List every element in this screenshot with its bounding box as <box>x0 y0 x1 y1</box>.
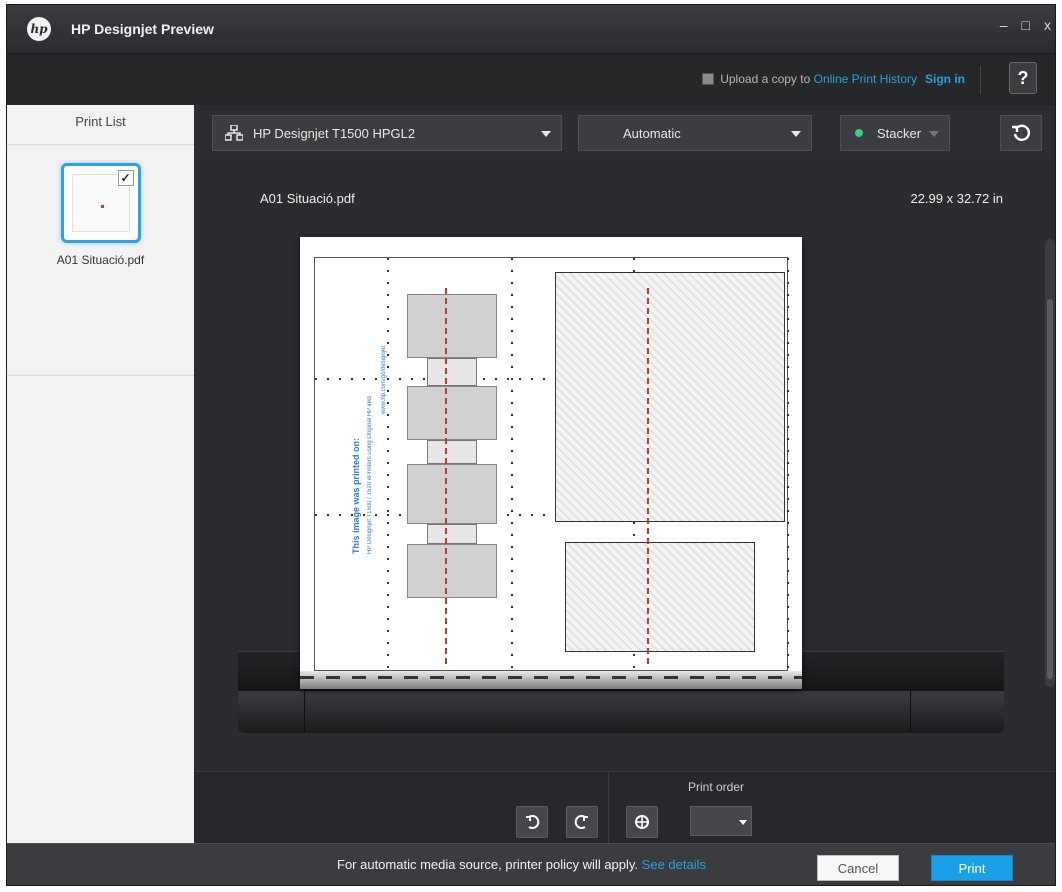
media-policy-text: For automatic media source, printer poli… <box>337 857 639 872</box>
print-order-select[interactable] <box>690 806 752 836</box>
printer-base <box>238 691 1004 733</box>
chevron-down-icon <box>929 131 939 137</box>
output-select[interactable]: Stacker <box>840 115 950 151</box>
print-button[interactable]: Print <box>931 855 1013 881</box>
paper-cut-line <box>300 676 802 679</box>
app-window: hp HP Designjet Preview – □ x Upload a c… <box>6 4 1056 886</box>
site-plan-block <box>427 524 477 544</box>
media-source-value: Automatic <box>623 125 681 141</box>
checkmark-icon[interactable]: ✓ <box>117 170 134 186</box>
top-bar: Upload a copy to Online Print History Si… <box>7 53 1055 105</box>
network-printer-icon <box>225 125 243 141</box>
upload-copy-option: Upload a copy to Online Print History <box>702 72 917 86</box>
help-button[interactable]: ? <box>1009 62 1037 94</box>
paper-edge <box>300 671 802 689</box>
fit-to-page-button[interactable] <box>626 806 658 838</box>
floor-plan-drawing <box>555 272 785 522</box>
print-list-title: Print List <box>7 105 194 145</box>
preview-scrollbar[interactable] <box>1045 239 1055 687</box>
watermark-text: This image was printed on: HP Designjet … <box>351 346 387 554</box>
print-order-label: Print order <box>688 780 745 794</box>
see-details-link[interactable]: See details <box>642 857 706 872</box>
thumbnail-mark <box>100 205 104 208</box>
status-dot-icon <box>855 129 863 137</box>
sign-in-link[interactable]: Sign in <box>925 72 965 86</box>
preview-file-size: 22.99 x 32.72 in <box>910 191 1003 206</box>
section-line <box>445 288 447 668</box>
site-plan-block <box>427 440 477 464</box>
site-plan-block <box>407 294 497 358</box>
printer-toolbar: HP Designjet T1500 HPGL2 Automatic Stack… <box>194 105 1055 161</box>
upload-copy-checkbox[interactable] <box>702 73 715 85</box>
site-plan-block <box>407 464 497 524</box>
drawing-frame: This image was printed on: HP Designjet … <box>314 257 789 671</box>
preview-controls: Print order <box>194 771 1055 844</box>
floor-plan-drawing <box>565 542 755 652</box>
close-button[interactable]: x <box>1044 17 1051 33</box>
preview-file-name: A01 Situació.pdf <box>260 191 355 206</box>
printer-select[interactable]: HP Designjet T1500 HPGL2 <box>212 115 562 151</box>
site-plan-block <box>427 358 477 386</box>
printer-select-value: HP Designjet T1500 HPGL2 <box>253 125 416 141</box>
print-list-item-label: A01 Situació.pdf <box>56 253 145 267</box>
section-line <box>647 288 649 668</box>
rotate-right-button[interactable] <box>566 806 598 838</box>
site-plan-block <box>407 544 497 598</box>
media-source-select[interactable]: Automatic <box>578 115 812 151</box>
refresh-button[interactable] <box>1000 115 1042 151</box>
print-list-sidebar: Print List ✓ A01 Situació.pdf <box>7 105 194 843</box>
drawing-dotted-line <box>387 258 389 670</box>
controls-divider <box>608 772 609 844</box>
footer-bar: For automatic media source, printer poli… <box>7 843 1055 885</box>
output-select-value: Stacker <box>877 125 922 141</box>
chevron-down-icon <box>739 820 747 825</box>
title-bar: hp HP Designjet Preview – □ x <box>7 5 1055 53</box>
chevron-down-icon <box>791 131 801 137</box>
rotate-right-icon <box>574 815 588 829</box>
hp-logo-icon: hp <box>27 17 51 41</box>
maximize-button[interactable]: □ <box>1022 17 1030 33</box>
page-preview[interactable]: This image was printed on: HP Designjet … <box>300 237 802 689</box>
drawing-dotted-line <box>511 258 513 670</box>
crosshair-icon <box>635 815 649 829</box>
refresh-icon <box>1012 124 1031 141</box>
scrollbar-thumb[interactable] <box>1047 299 1053 679</box>
platen-divider <box>304 691 305 733</box>
topbar-divider <box>980 66 981 94</box>
minimize-button[interactable]: – <box>1000 17 1008 33</box>
rotate-left-button[interactable] <box>516 806 548 838</box>
site-plan-block <box>407 386 497 440</box>
rotate-left-icon <box>526 815 540 829</box>
drawing-dotted-line <box>787 258 789 670</box>
sidebar-divider <box>7 375 194 376</box>
preview-area: A01 Situació.pdf 22.99 x 32.72 in This i… <box>194 161 1055 771</box>
cancel-button[interactable]: Cancel <box>817 855 899 881</box>
app-title: HP Designjet Preview <box>71 21 214 37</box>
window-controls: – □ x <box>1000 17 1051 33</box>
upload-copy-label: Upload a copy to <box>720 72 811 86</box>
print-list-item-thumbnail[interactable]: ✓ <box>60 163 141 243</box>
online-print-history-link[interactable]: Online Print History <box>814 72 917 86</box>
platen-divider <box>910 691 911 733</box>
media-policy-notice: For automatic media source, printer poli… <box>337 857 706 872</box>
chevron-down-icon <box>541 131 551 137</box>
